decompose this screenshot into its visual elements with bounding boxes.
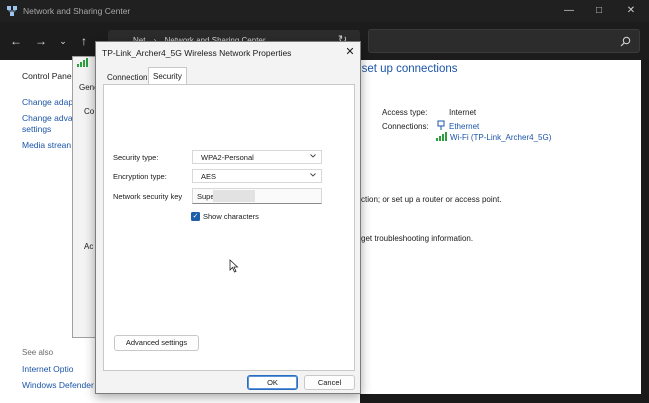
security-tab-panel: Security type: WPA2-Personal Encryption … [103,84,355,371]
status-activity-fragment: Ac [84,242,94,251]
main-heading: d set up connections [352,63,458,75]
dialog-title: TP-Link_Archer4_5G Wireless Network Prop… [102,48,292,58]
connections-label: Connections: [382,122,429,131]
ethernet-link[interactable]: Ethernet [449,122,479,131]
tab-connection[interactable]: Connection [102,68,152,84]
cancel-button[interactable]: Cancel [304,375,355,390]
windows-defender-link[interactable]: Windows Defender [22,380,94,391]
troubleshoot-text: get troubleshooting information. [361,234,474,243]
encryption-type-label: Encryption type: [113,172,167,181]
taskbar-edge [360,394,649,403]
change-adapter-link[interactable]: Change adap [22,97,73,108]
recent-locations-chevron-icon[interactable]: ⌄ [56,33,70,49]
security-type-label: Security type: [113,153,159,162]
setup-connection-text: ction; or set up a router or access poin… [361,195,502,204]
security-type-value: WPA2-Personal [201,153,254,162]
dialog-close-icon[interactable]: ✕ [343,45,357,59]
wifi-status-signal-icon [77,58,88,67]
background-title-bar: Network and Sharing Center — □ ✕ [0,0,649,22]
up-arrow-icon[interactable]: ↑ [77,33,91,49]
wifi-connection-link[interactable]: Wi-Fi (TP-Link_Archer4_5G) [450,133,551,142]
change-advanced-link-settings[interactable]: settings [22,124,51,135]
back-arrow-icon[interactable]: ← [9,33,23,49]
security-type-dropdown[interactable]: WPA2-Personal [192,150,322,164]
minimize-icon[interactable]: — [562,4,576,18]
change-advanced-link[interactable]: Change adva [22,113,73,124]
ok-button[interactable]: OK [247,375,298,390]
encryption-type-value: AES [201,172,217,181]
redacted-key-block [213,190,255,202]
search-input[interactable] [368,29,640,53]
status-connection-fragment: Co [84,107,95,116]
show-characters-checkbox[interactable]: ✓ [191,212,200,221]
internet-options-link[interactable]: Internet Optio [22,364,74,375]
chevron-down-icon [310,173,316,177]
ethernet-icon [437,120,445,130]
show-characters-label[interactable]: Show characters [203,212,259,221]
media-streaming-link[interactable]: Media strean [22,140,71,151]
tab-security[interactable]: Security [148,67,187,85]
background-window-title: Network and Sharing Center [23,6,131,16]
window-edge [641,60,649,403]
forward-arrow-icon[interactable]: → [34,33,48,49]
maximize-icon[interactable]: □ [592,4,606,18]
see-also-heading: See also [22,348,54,357]
access-type-label: Access type: [382,108,428,117]
wifi-signal-icon [436,132,447,141]
search-icon [620,36,631,47]
network-center-app-icon [7,6,17,16]
mouse-pointer-icon [229,259,239,273]
control-panel-home-link[interactable]: Control Pane [22,71,72,82]
network-key-label: Network security key [113,192,183,201]
wireless-properties-dialog: TP-Link_Archer4_5G Wireless Network Prop… [95,41,361,394]
close-window-icon[interactable]: ✕ [624,4,638,18]
network-key-value: Supe [197,192,215,201]
advanced-settings-button[interactable]: Advanced settings [114,335,199,351]
chevron-down-icon [310,154,316,158]
access-type-value: Internet [449,108,477,117]
network-security-key-input[interactable]: Supe [192,188,322,204]
encryption-type-dropdown[interactable]: AES [192,169,322,183]
